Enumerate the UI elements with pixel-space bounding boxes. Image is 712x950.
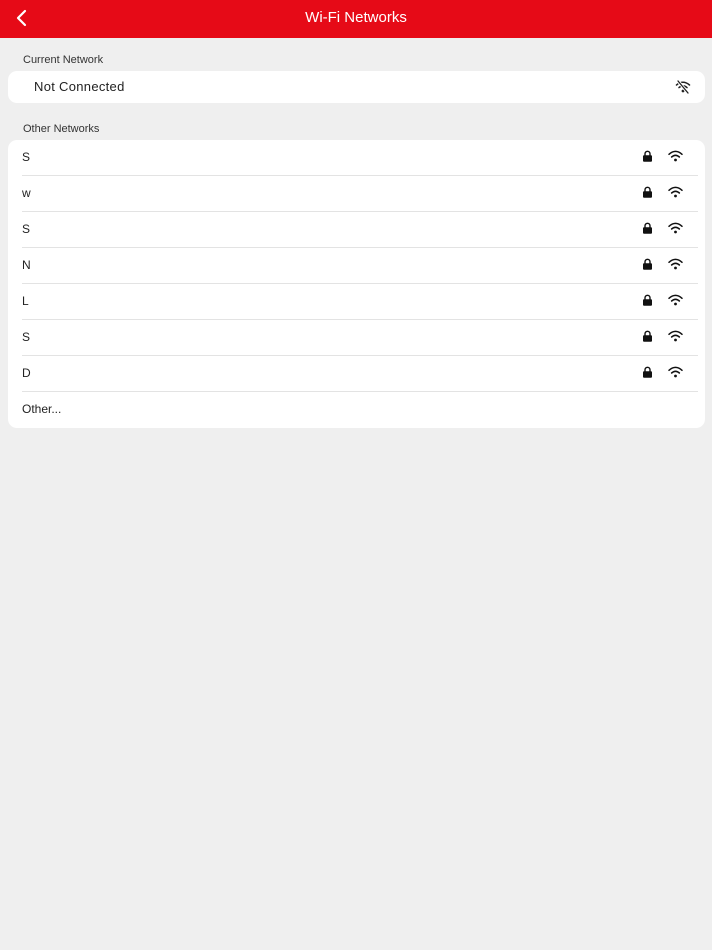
network-name: S [22, 222, 31, 236]
lock-icon [643, 222, 652, 234]
wifi-icon [668, 258, 683, 270]
current-network-status: Not Connected [34, 79, 125, 94]
lock-icon [643, 330, 652, 342]
network-row[interactable]: N [8, 248, 705, 284]
page-title: Wi-Fi Networks [305, 9, 407, 26]
wifi-icon [668, 222, 683, 234]
current-network-label: Current Network [23, 54, 104, 66]
wifi-icon [668, 366, 683, 378]
other-networks-label: Other Networks [23, 123, 100, 135]
network-name: S [22, 150, 31, 164]
network-row[interactable]: w [8, 176, 705, 212]
network-row[interactable]: D [8, 356, 705, 392]
network-row[interactable]: S [8, 140, 705, 176]
network-name: N [22, 258, 31, 272]
wifi-icon [668, 294, 683, 306]
current-network-card: Not Connected [8, 71, 705, 103]
wifi-icon [668, 186, 683, 198]
lock-icon [643, 150, 652, 162]
network-name: S [22, 330, 31, 344]
network-name: w [22, 186, 31, 200]
wifi-icon [668, 150, 683, 162]
network-row[interactable]: S [8, 212, 705, 248]
network-name: L [22, 294, 29, 308]
current-network-row[interactable]: Not Connected [8, 71, 705, 103]
lock-icon [643, 294, 652, 306]
network-row[interactable]: L [8, 284, 705, 320]
lock-icon [643, 258, 652, 270]
other-networks-card: S w S N L S D Other... [8, 140, 705, 428]
network-row[interactable]: S [8, 320, 705, 356]
network-name: D [22, 366, 31, 380]
other-network-label: Other... [22, 402, 62, 416]
lock-icon [643, 366, 652, 378]
lock-icon [643, 186, 652, 198]
wifi-off-icon [675, 80, 691, 94]
other-network-row[interactable]: Other... [8, 392, 705, 428]
top-bar: Wi-Fi Networks [0, 0, 712, 38]
wifi-icon [668, 330, 683, 342]
